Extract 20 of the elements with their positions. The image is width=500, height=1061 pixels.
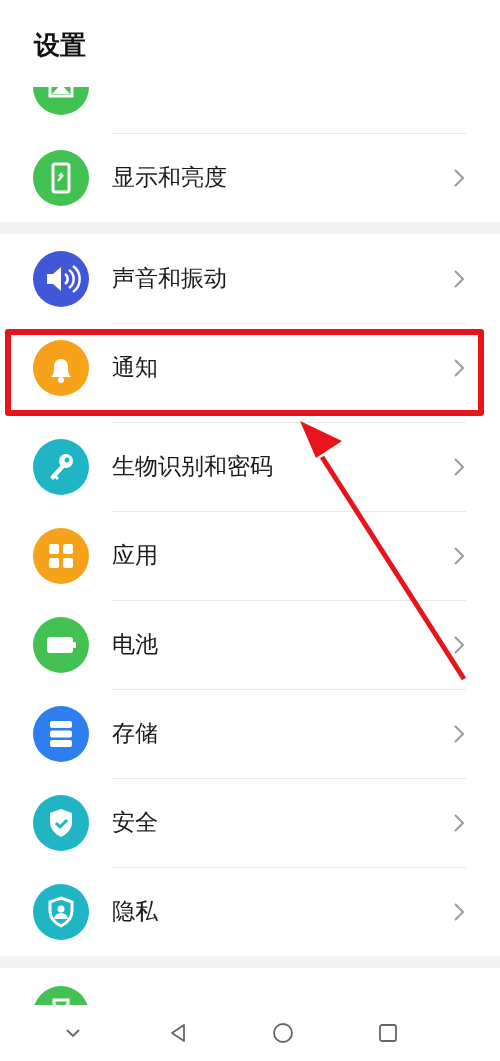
settings-item[interactable]: 声音和振动 (0, 234, 500, 323)
chevron-right-icon (453, 545, 465, 566)
chevron-right-icon (453, 723, 465, 744)
settings-item[interactable]: 安全 (0, 778, 500, 867)
chevron-right-icon (453, 901, 465, 922)
settings-item[interactable]: 电池 (0, 600, 500, 689)
settings-item[interactable]: 显示和亮度 (0, 133, 500, 222)
chevron-right-icon (453, 812, 465, 833)
settings-item[interactable]: 存储 (0, 689, 500, 778)
page-title: 设置 (34, 30, 86, 60)
settings-item[interactable]: 隐私 (0, 867, 500, 956)
settings-item[interactable]: 生物识别和密码 (0, 422, 500, 511)
chevron-right-icon (453, 357, 465, 378)
settings-item[interactable]: 应用 (0, 511, 500, 600)
settings-item[interactable]: 通知 (0, 323, 500, 412)
home-icon[interactable] (270, 1021, 295, 1045)
chevron-right-icon (453, 167, 465, 188)
chevron-right-icon (453, 268, 465, 289)
chevron-right-icon (453, 634, 465, 655)
chevron-right-icon (453, 456, 465, 477)
